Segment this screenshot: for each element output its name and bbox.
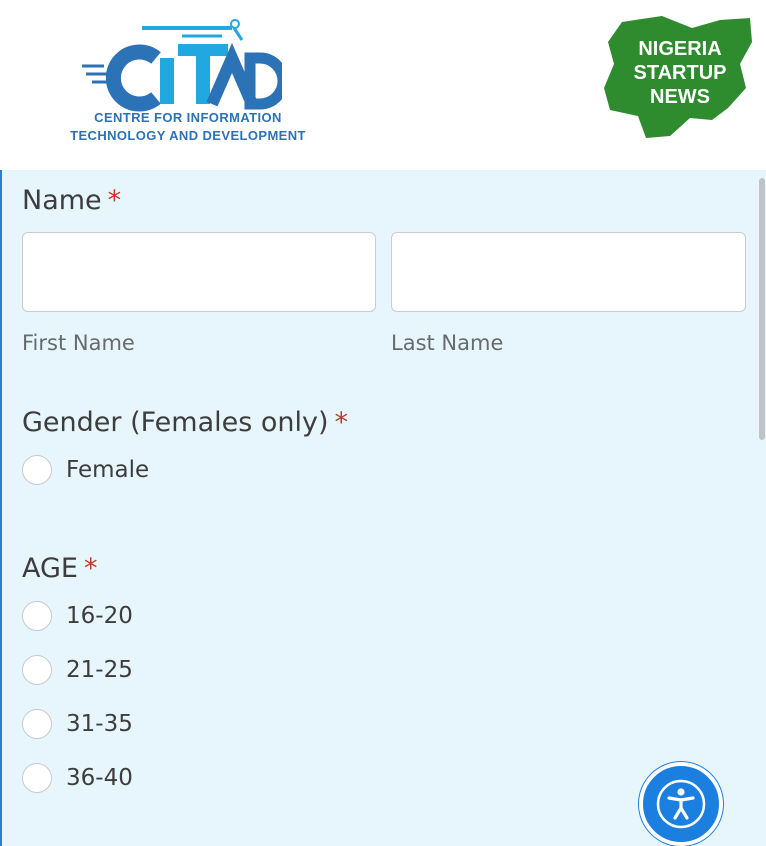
name-label-text: Name — [22, 185, 102, 216]
name-field-label: Name * — [22, 185, 121, 216]
radio-button[interactable] — [22, 709, 52, 739]
nsn-line-1: NIGERIA — [638, 38, 722, 60]
accessibility-icon — [656, 779, 706, 829]
age-option-36-40[interactable]: 36-40 — [22, 762, 133, 794]
age-option-16-20[interactable]: 16-20 — [22, 600, 133, 632]
first-name-sublabel: First Name — [22, 331, 135, 355]
citad-subtitle-line-2: TECHNOLOGY AND DEVELOPMENT — [70, 128, 306, 143]
radio-button[interactable] — [22, 763, 52, 793]
radio-option-label: 21-25 — [66, 657, 133, 683]
age-option-21-25[interactable]: 21-25 — [22, 654, 133, 686]
radio-button[interactable] — [22, 601, 52, 631]
citad-subtitle-line-1: CENTRE FOR INFORMATION — [94, 110, 282, 125]
nsn-line-3: NEWS — [650, 86, 710, 108]
required-asterisk: * — [107, 185, 122, 216]
citad-logo: CENTRE FOR INFORMATION TECHNOLOGY AND DE… — [48, 14, 328, 149]
radio-option-label: 31-35 — [66, 711, 133, 737]
age-option-31-35[interactable]: 31-35 — [22, 708, 133, 740]
age-label-text: AGE — [22, 553, 78, 584]
nigeria-startup-news-logo: NIGERIA STARTUP NEWS — [600, 12, 760, 142]
page-header: CENTRE FOR INFORMATION TECHNOLOGY AND DE… — [0, 0, 766, 170]
radio-option-label: 16-20 — [66, 603, 133, 629]
gender-option-female[interactable]: Female — [22, 454, 149, 486]
required-asterisk: * — [83, 553, 98, 584]
age-field-label: AGE * — [22, 553, 97, 584]
radio-option-label: 36-40 — [66, 765, 133, 791]
gender-field-label: Gender (Females only) * — [22, 407, 348, 438]
gender-label-text: Gender (Females only) — [22, 407, 329, 438]
scrollbar-thumb[interactable] — [759, 178, 765, 440]
radio-button[interactable] — [22, 655, 52, 685]
last-name-sublabel: Last Name — [391, 331, 504, 355]
required-asterisk: * — [334, 407, 349, 438]
first-name-input[interactable] — [22, 232, 376, 312]
accessibility-button[interactable] — [639, 762, 723, 846]
citad-logo-mark — [82, 19, 282, 112]
last-name-input[interactable] — [391, 232, 746, 312]
radio-button[interactable] — [22, 455, 52, 485]
radio-option-label: Female — [66, 457, 150, 483]
nsn-line-2: STARTUP — [633, 62, 727, 84]
